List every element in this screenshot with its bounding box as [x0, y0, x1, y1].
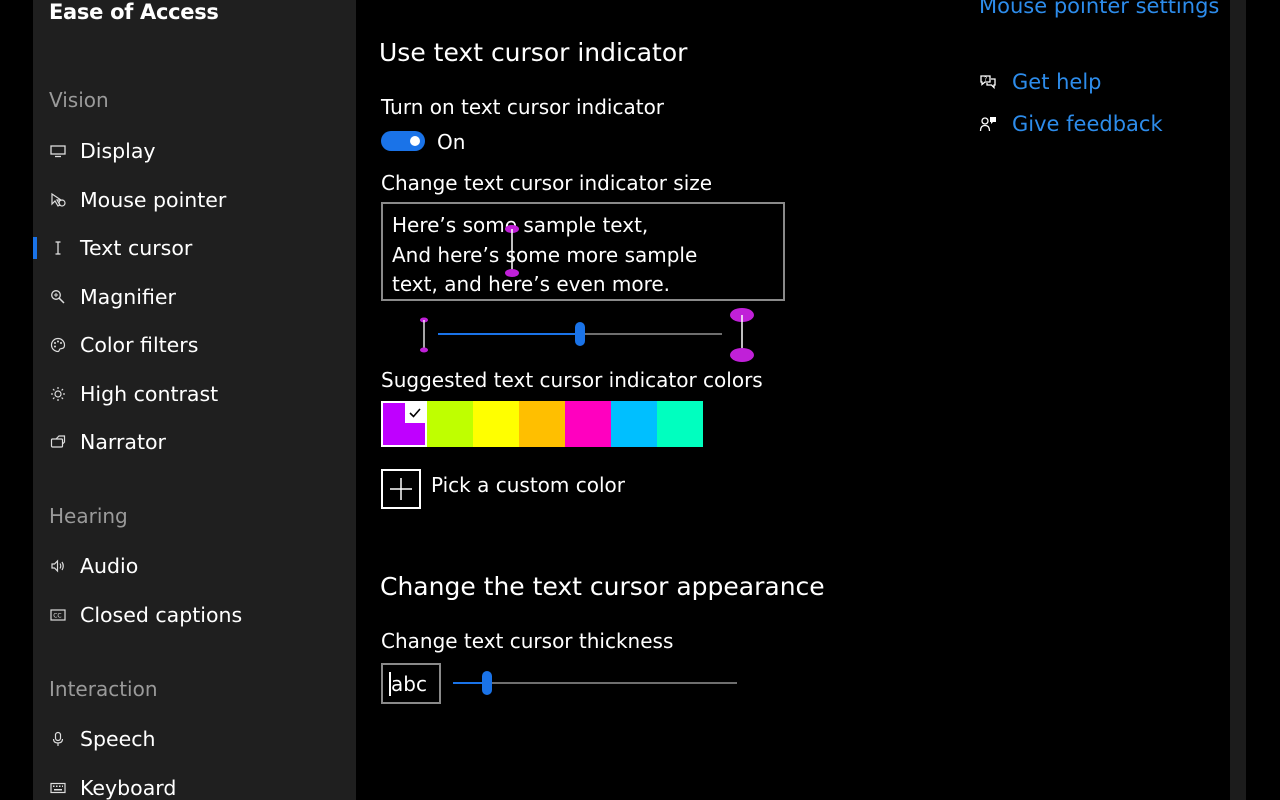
app-title: Ease of Access: [49, 0, 219, 24]
color-swatch[interactable]: [473, 401, 519, 447]
color-swatches: [381, 401, 703, 447]
sidebar-item-label: Speech: [80, 727, 156, 751]
closed-captions-icon: CC: [49, 606, 67, 624]
indicator-heading: Use text cursor indicator: [379, 38, 688, 67]
sample-line-1: Here’s some sample text,: [392, 213, 649, 237]
thickness-slider[interactable]: [453, 682, 737, 684]
scrollbar-gutter: [1230, 0, 1246, 800]
color-swatch[interactable]: [427, 401, 473, 447]
color-swatch[interactable]: [381, 401, 427, 447]
narrator-icon: [49, 433, 67, 451]
mouse-pointer-settings-link[interactable]: Mouse pointer settings: [979, 0, 1219, 18]
sample-line-3: text, and here’s even more.: [392, 272, 671, 296]
sidebar-item-speech[interactable]: Speech: [33, 719, 356, 759]
magnifier-icon: [49, 288, 67, 306]
section-interaction: Interaction: [49, 677, 158, 701]
sidebar-item-label: Mouse pointer: [80, 188, 227, 212]
sidebar-item-closed-captions[interactable]: CC Closed captions: [33, 595, 356, 635]
give-feedback-link[interactable]: Give feedback: [1012, 112, 1163, 136]
pick-custom-color-button[interactable]: [381, 469, 421, 509]
thickness-preview-text: abc: [391, 671, 427, 696]
sidebar-item-keyboard[interactable]: Keyboard: [33, 768, 356, 800]
thickness-slider-thumb[interactable]: [482, 671, 493, 695]
sidebar-item-audio[interactable]: Audio: [33, 546, 356, 586]
color-swatch[interactable]: [657, 401, 703, 447]
sidebar-item-label: Color filters: [80, 333, 199, 357]
thickness-label: Change text cursor thickness: [381, 629, 674, 653]
svg-text:CC: CC: [53, 613, 61, 620]
indicator-size-slider-thumb[interactable]: [575, 322, 585, 346]
color-swatch[interactable]: [565, 401, 611, 447]
section-vision: Vision: [49, 88, 109, 112]
sidebar-item-display[interactable]: Display: [33, 131, 356, 171]
give-feedback-icon: [979, 117, 996, 132]
sidebar-item-text-cursor[interactable]: Text cursor: [33, 228, 356, 268]
text-cursor-icon: [49, 239, 67, 257]
sidebar: Ease of Access Vision Display Mouse poin…: [33, 0, 356, 800]
keyboard-icon: [49, 779, 67, 797]
window-right-edge: [1246, 0, 1280, 800]
color-swatch[interactable]: [519, 401, 565, 447]
svg-text:?: ?: [984, 76, 987, 83]
text-cursor-indicator-toggle[interactable]: [381, 131, 425, 151]
toggle-state: On: [437, 130, 466, 154]
color-swatch[interactable]: [611, 401, 657, 447]
brightness-icon: [49, 385, 67, 403]
sidebar-item-label: High contrast: [80, 382, 219, 406]
plus-icon: [390, 478, 412, 500]
sidebar-item-label: Magnifier: [80, 285, 176, 309]
sidebar-item-label: Text cursor: [80, 236, 193, 260]
sidebar-item-high-contrast[interactable]: High contrast: [33, 374, 356, 414]
sidebar-item-magnifier[interactable]: Magnifier: [33, 277, 356, 317]
sidebar-item-label: Narrator: [80, 430, 166, 454]
large-indicator-icon: [730, 308, 754, 362]
get-help-link[interactable]: Get help: [1012, 70, 1102, 94]
section-hearing: Hearing: [49, 504, 128, 528]
custom-color-label[interactable]: Pick a custom color: [431, 473, 625, 497]
sidebar-item-mouse-pointer[interactable]: Mouse pointer: [33, 180, 356, 220]
size-label: Change text cursor indicator size: [381, 171, 713, 195]
sidebar-item-label: Closed captions: [80, 603, 243, 627]
toggle-label: Turn on text cursor indicator: [381, 95, 665, 119]
monitor-icon: [49, 142, 67, 160]
get-help-icon: ?: [980, 75, 996, 90]
microphone-icon: [49, 730, 67, 748]
toggle-knob: [410, 136, 420, 146]
appearance-heading: Change the text cursor appearance: [380, 572, 825, 601]
sidebar-item-label: Display: [80, 139, 156, 163]
mouse-pointer-icon: [49, 191, 67, 209]
slider-fill: [438, 333, 580, 335]
window-left-edge: [0, 0, 33, 800]
sample-line-2: And here’s some more sample: [392, 242, 698, 267]
sidebar-item-label: Audio: [80, 554, 139, 578]
speaker-icon: [49, 557, 67, 575]
sidebar-item-narrator[interactable]: Narrator: [33, 422, 356, 462]
colors-label: Suggested text cursor indicator colors: [381, 368, 763, 392]
checkmark-icon: [405, 403, 425, 423]
sidebar-item-color-filters[interactable]: Color filters: [33, 325, 356, 365]
palette-icon: [49, 336, 67, 354]
indicator-preview: Here’s some sample text, And here’s some…: [381, 202, 785, 301]
preview-cursor-indicator-icon: [505, 225, 519, 277]
small-indicator-icon: [420, 317, 428, 353]
thickness-preview: abc: [381, 663, 441, 704]
sidebar-item-label: Keyboard: [80, 776, 177, 800]
